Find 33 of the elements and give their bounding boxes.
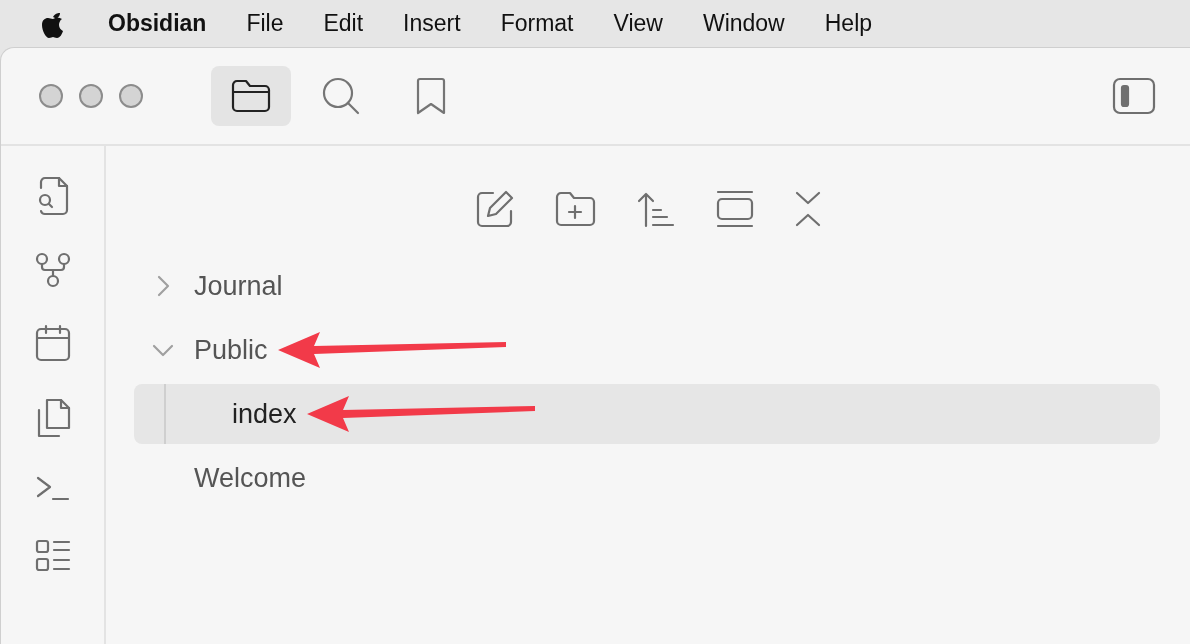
collapse-view-icon[interactable] [715,189,755,229]
search-icon [321,76,361,116]
menu-item[interactable]: Edit [323,6,364,41]
menu-item[interactable]: Format [500,6,574,41]
menu-item[interactable]: File [246,6,284,41]
new-note-icon[interactable] [475,189,515,229]
note-item[interactable]: index [134,384,1160,444]
sort-icon[interactable] [637,190,675,228]
close-window-button[interactable] [39,84,63,108]
list-icon[interactable] [34,538,71,574]
item-label: Welcome [194,461,307,495]
app-menu[interactable]: Obsidian [108,6,207,41]
menu-item[interactable]: Insert [403,6,461,41]
graph-icon[interactable] [34,252,71,288]
sidebar-toggle-icon[interactable] [1112,77,1156,115]
calendar-icon[interactable] [34,324,71,362]
terminal-icon[interactable] [34,474,71,502]
minimize-window-button[interactable] [79,84,103,108]
folder-item[interactable]: Journal [134,256,1160,316]
bookmark-icon [415,77,447,115]
item-label: Public [194,333,268,367]
note-item[interactable]: Welcome [134,448,1160,508]
zoom-window-button[interactable] [119,84,143,108]
collapse-all-icon[interactable] [795,191,821,227]
item-label: index [232,397,297,431]
menu-item[interactable]: Window [702,6,785,41]
menu-item[interactable]: Help [824,6,873,41]
folder-item[interactable]: Public [134,320,1160,380]
folder-icon [231,79,271,113]
item-label: Journal [194,269,283,303]
files-tab[interactable] [211,66,291,126]
new-folder-icon[interactable] [555,191,597,227]
menu-item[interactable]: View [613,6,663,41]
